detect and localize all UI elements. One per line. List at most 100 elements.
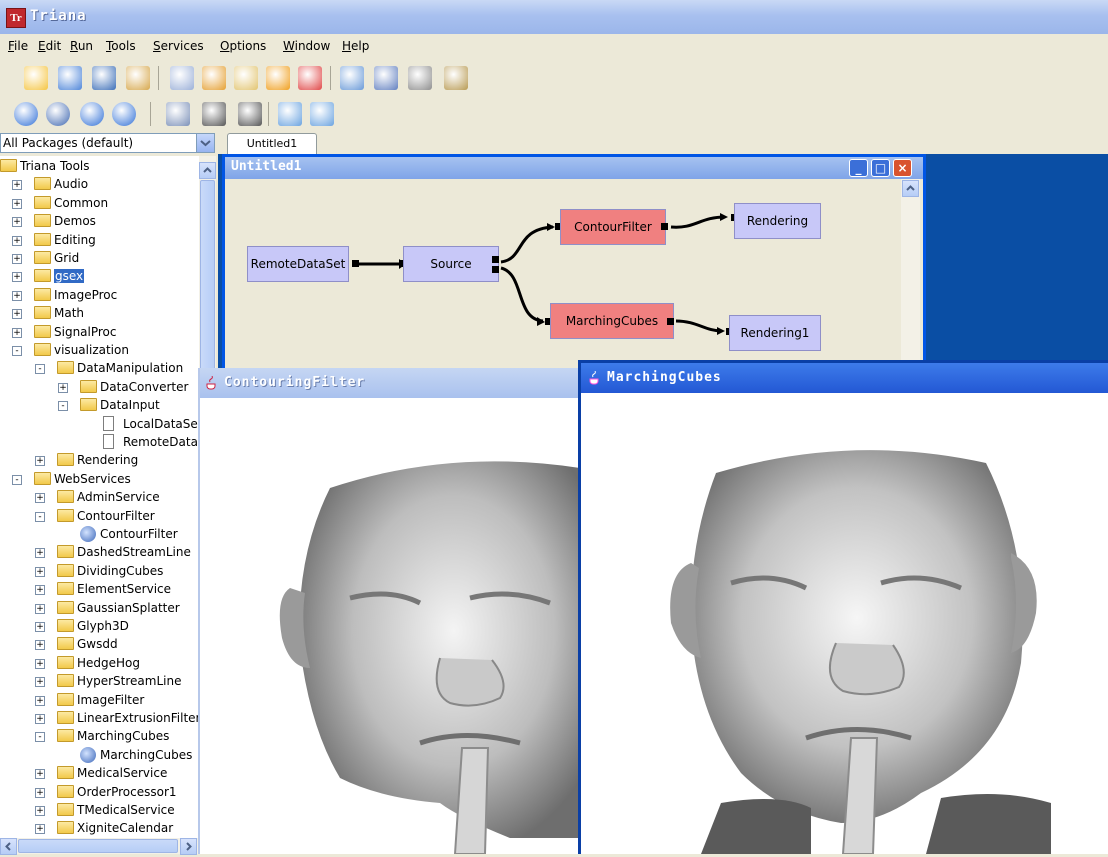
tree-folder[interactable]: + gsex	[0, 268, 199, 286]
viewer-titlebar[interactable]: ContouringFilter	[200, 368, 582, 398]
scroll-left-button[interactable]	[0, 838, 17, 855]
new-icon[interactable]	[24, 66, 48, 90]
select-group-icon[interactable]	[202, 102, 226, 126]
delete-icon[interactable]	[298, 66, 322, 90]
expand-icon[interactable]: +	[12, 327, 22, 338]
tree-folder[interactable]: + TMedicalService	[0, 802, 199, 820]
tree-folder[interactable]: + XigniteCalendar	[0, 820, 199, 838]
tree-folder[interactable]: - visualization	[0, 342, 199, 360]
workflow-canvas[interactable]: RemoteDataSet Source ContourFilter Rende…	[225, 179, 901, 369]
tree-folder[interactable]: + Math	[0, 305, 199, 323]
output-port[interactable]	[661, 223, 668, 230]
paste-icon[interactable]	[234, 66, 258, 90]
unit-marching-cubes[interactable]: MarchingCubes	[550, 303, 674, 339]
expand-icon[interactable]: +	[35, 787, 45, 798]
menu-run[interactable]: Run	[70, 39, 93, 53]
unit-source[interactable]: Source	[403, 246, 499, 282]
viewer-titlebar[interactable]: MarchingCubes	[581, 363, 1108, 393]
expand-icon[interactable]: +	[12, 235, 22, 246]
run-icon[interactable]	[14, 102, 38, 126]
menu-options[interactable]: Options	[220, 39, 266, 53]
cut-icon[interactable]	[202, 66, 226, 90]
expand-icon[interactable]: +	[35, 640, 45, 651]
expand-icon[interactable]: +	[35, 456, 45, 467]
expand-icon[interactable]: +	[35, 769, 45, 780]
tree-folder[interactable]: + Common	[0, 195, 199, 213]
menu-edit[interactable]: Edit	[38, 39, 61, 53]
close-button[interactable]: ×	[893, 159, 912, 177]
group-icon[interactable]	[266, 66, 290, 90]
minimize-button[interactable]: _	[849, 159, 868, 177]
print-icon[interactable]	[374, 66, 398, 90]
menu-file[interactable]: File	[8, 39, 28, 53]
tree-folder[interactable]: + OrderProcessor1	[0, 784, 199, 802]
expand-icon[interactable]: +	[35, 493, 45, 504]
tree-folder[interactable]: + ElementService	[0, 581, 199, 599]
expand-icon[interactable]: +	[12, 217, 22, 228]
expand-icon[interactable]: +	[12, 180, 22, 191]
tab-untitled1[interactable]: Untitled1	[227, 133, 317, 154]
expand-icon[interactable]: +	[35, 824, 45, 835]
chevron-down-icon[interactable]	[196, 134, 214, 152]
tree-folder[interactable]: + ImageProc	[0, 287, 199, 305]
expand-icon[interactable]: +	[35, 548, 45, 559]
title-bar[interactable]: Tr Triana	[0, 0, 1108, 34]
expand-icon[interactable]: +	[35, 806, 45, 816]
tree-leaf[interactable]: MarchingCubes	[0, 746, 199, 765]
tree-folder[interactable]: + DividingCubes	[0, 563, 199, 581]
maximize-button[interactable]: □	[871, 159, 890, 177]
tree-folder[interactable]: - ContourFilter	[0, 508, 199, 526]
expand-icon[interactable]: +	[35, 585, 45, 596]
step-icon[interactable]	[46, 102, 70, 126]
debug-icon[interactable]	[166, 102, 190, 126]
scroll-right-button[interactable]	[180, 838, 197, 855]
collapse-icon[interactable]: -	[35, 364, 45, 375]
tree-folder[interactable]: + LinearExtrusionFilter	[0, 710, 199, 728]
expand-icon[interactable]: +	[58, 382, 68, 393]
tree-folder[interactable]: - WebServices	[0, 471, 199, 489]
tree-leaf[interactable]: ContourFilter	[0, 526, 199, 544]
expand-icon[interactable]: +	[12, 290, 22, 301]
tree-folder[interactable]: + Demos	[0, 213, 199, 231]
unit-rendering1[interactable]: Rendering1	[729, 315, 821, 351]
tree-leaf[interactable]: LocalDataSet	[0, 415, 199, 434]
help-book-icon[interactable]	[444, 66, 468, 90]
tree-folder[interactable]: + GaussianSplatter	[0, 600, 199, 618]
reset-icon[interactable]	[112, 102, 136, 126]
tree-folder[interactable]: + HyperStreamLine	[0, 673, 199, 691]
expand-icon[interactable]: +	[12, 309, 22, 320]
expand-icon[interactable]: +	[12, 272, 22, 283]
expand-icon[interactable]: +	[35, 658, 45, 669]
tree-folder[interactable]: + ImageFilter	[0, 692, 199, 710]
tree-folder[interactable]: + Editing	[0, 232, 199, 250]
tree-folder[interactable]: + HedgeHog	[0, 655, 199, 673]
menu-tools[interactable]: Tools	[106, 39, 136, 53]
menu-help[interactable]: Help	[342, 39, 369, 53]
copy-icon[interactable]	[170, 66, 194, 90]
collapse-icon[interactable]: -	[35, 732, 45, 743]
expand-icon[interactable]: +	[35, 695, 45, 706]
save-as-icon[interactable]	[126, 66, 150, 90]
canvas-vertical-scrollbar[interactable]	[901, 179, 920, 369]
output-port[interactable]	[492, 256, 499, 263]
tree-horizontal-scrollbar[interactable]	[0, 838, 216, 855]
output-port[interactable]	[352, 260, 359, 267]
open-icon[interactable]	[58, 66, 82, 90]
tree-leaf[interactable]: RemoteDataSet	[0, 434, 199, 452]
scroll-thumb[interactable]	[18, 839, 178, 853]
tree-folder[interactable]: - MarchingCubes	[0, 728, 199, 746]
tree-folder[interactable]: + Grid	[0, 250, 199, 268]
collapse-icon[interactable]: -	[35, 511, 45, 522]
find-icon[interactable]	[340, 66, 364, 90]
unit-contour-filter[interactable]: ContourFilter	[560, 209, 666, 245]
collapse-icon[interactable]: -	[58, 401, 68, 412]
menu-window[interactable]: Window	[283, 39, 330, 53]
tree-folder[interactable]: Triana Tools	[0, 158, 199, 176]
save-icon[interactable]	[92, 66, 116, 90]
output-port[interactable]	[667, 318, 674, 325]
stop-icon[interactable]	[80, 102, 104, 126]
tree-folder[interactable]: + Glyph3D	[0, 618, 199, 636]
scroll-up-button[interactable]	[902, 180, 919, 197]
expand-icon[interactable]: +	[35, 714, 45, 724]
properties-icon[interactable]	[408, 66, 432, 90]
